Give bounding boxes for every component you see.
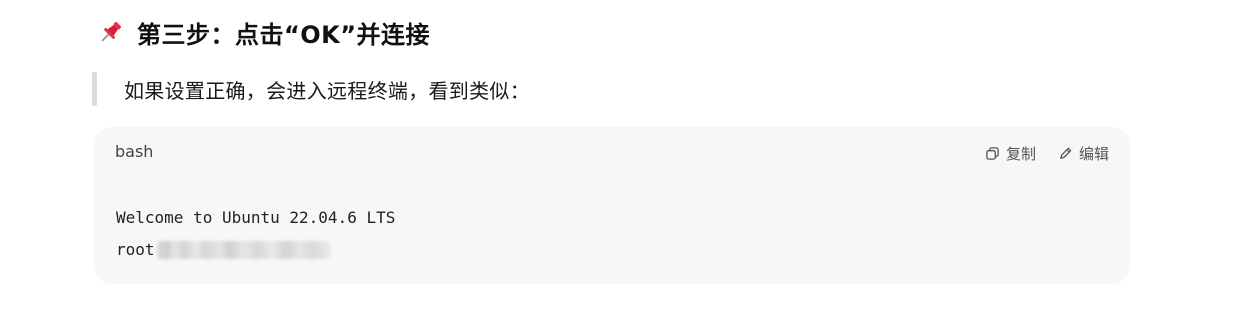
- code-language-label: bash: [115, 142, 154, 161]
- code-line: root: [116, 234, 395, 266]
- code-block: bash 复制 编辑 Welcome to Ubuntu 22.04.6 LTS: [94, 127, 1130, 284]
- code-line: Welcome to Ubuntu 22.04.6 LTS: [116, 208, 396, 227]
- step-title: 第三步：点击“OK”并连接: [137, 20, 431, 49]
- note-blockquote: 如果设置正确，会进入远程终端，看到类似：: [92, 72, 530, 106]
- blockquote-bar: [92, 72, 97, 106]
- edit-button[interactable]: 编辑: [1058, 143, 1109, 164]
- copy-button[interactable]: 复制: [985, 143, 1036, 164]
- code-line-text: root: [116, 240, 155, 259]
- copy-label: 复制: [1005, 145, 1036, 163]
- step-heading: 第三步：点击“OK”并连接: [97, 14, 430, 50]
- note-text: 如果设置正确，会进入远程终端，看到类似：: [124, 78, 530, 103]
- code-body: Welcome to Ubuntu 22.04.6 LTS root: [116, 202, 395, 266]
- code-actions: 复制 编辑: [985, 143, 1109, 164]
- edit-label: 编辑: [1078, 145, 1109, 163]
- copy-icon: [986, 147, 999, 160]
- redacted-text: [156, 241, 331, 259]
- page: 第三步：点击“OK”并连接 如果设置正确，会进入远程终端，看到类似： bash …: [0, 0, 1238, 335]
- pencil-icon: [1060, 147, 1072, 159]
- pushpin-icon: [97, 18, 125, 46]
